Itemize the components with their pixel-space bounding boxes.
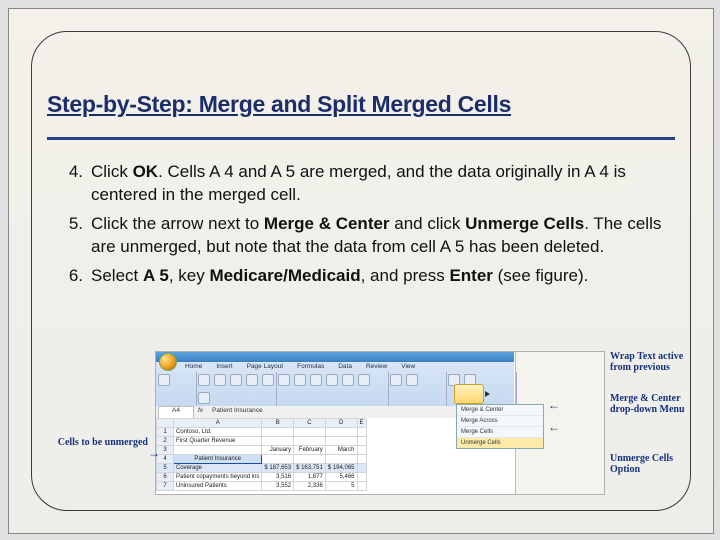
merge-menu-item[interactable]: Unmerge Cells [457,438,543,448]
office-button-icon [159,353,177,371]
arrow-icon: → [148,446,160,460]
arrow-icon: ← [548,420,560,434]
callout-wrap: Wrap Text active from previous [610,352,694,373]
callout-merge: Merge & Center drop-down Menu [610,394,694,415]
fx-icon: fx [198,407,203,414]
title-underline [47,137,675,140]
slide: Step-by-Step: Merge and Split Merged Cel… [8,8,714,534]
ribbon: HomeInsertPage LayoutFormulasDataReviewV… [156,362,514,407]
ribbon-tabs: HomeInsertPage LayoutFormulasDataReviewV… [182,362,418,371]
merge-center-button[interactable] [454,384,484,404]
formula-value: Patient Insurance [212,407,263,414]
ribbon-group-alignment [276,372,389,406]
callout-unmerge: Unmerge Cells Option [610,454,694,475]
ribbon-group-clipboard [156,372,197,406]
slide-title: Step-by-Step: Merge and Split Merged Cel… [47,91,675,118]
ribbon-group-font [196,372,277,406]
body-text: 4.Click OK. Cells A 4 and A 5 are merged… [57,161,665,294]
title-bar [156,352,514,362]
ribbon-group-number [388,372,447,406]
arrow-icon: ← [548,398,560,412]
merge-dropdown-menu[interactable]: Merge & CenterMerge AcrossMerge CellsUnm… [456,404,544,449]
callout-cells: Cells to be unmerged [52,438,148,449]
merge-menu-item[interactable]: Merge Across [457,416,543,427]
merge-menu-item[interactable]: Merge & Center [457,405,543,416]
excel-figure: HomeInsertPage LayoutFormulasDataReviewV… [155,351,605,495]
merge-menu-item[interactable]: Merge Cells [457,427,543,438]
grid-table: ABCDE1Contoso, Ltd.2First Quarter Revenu… [156,418,367,491]
step-list: 4.Click OK. Cells A 4 and A 5 are merged… [57,161,665,288]
